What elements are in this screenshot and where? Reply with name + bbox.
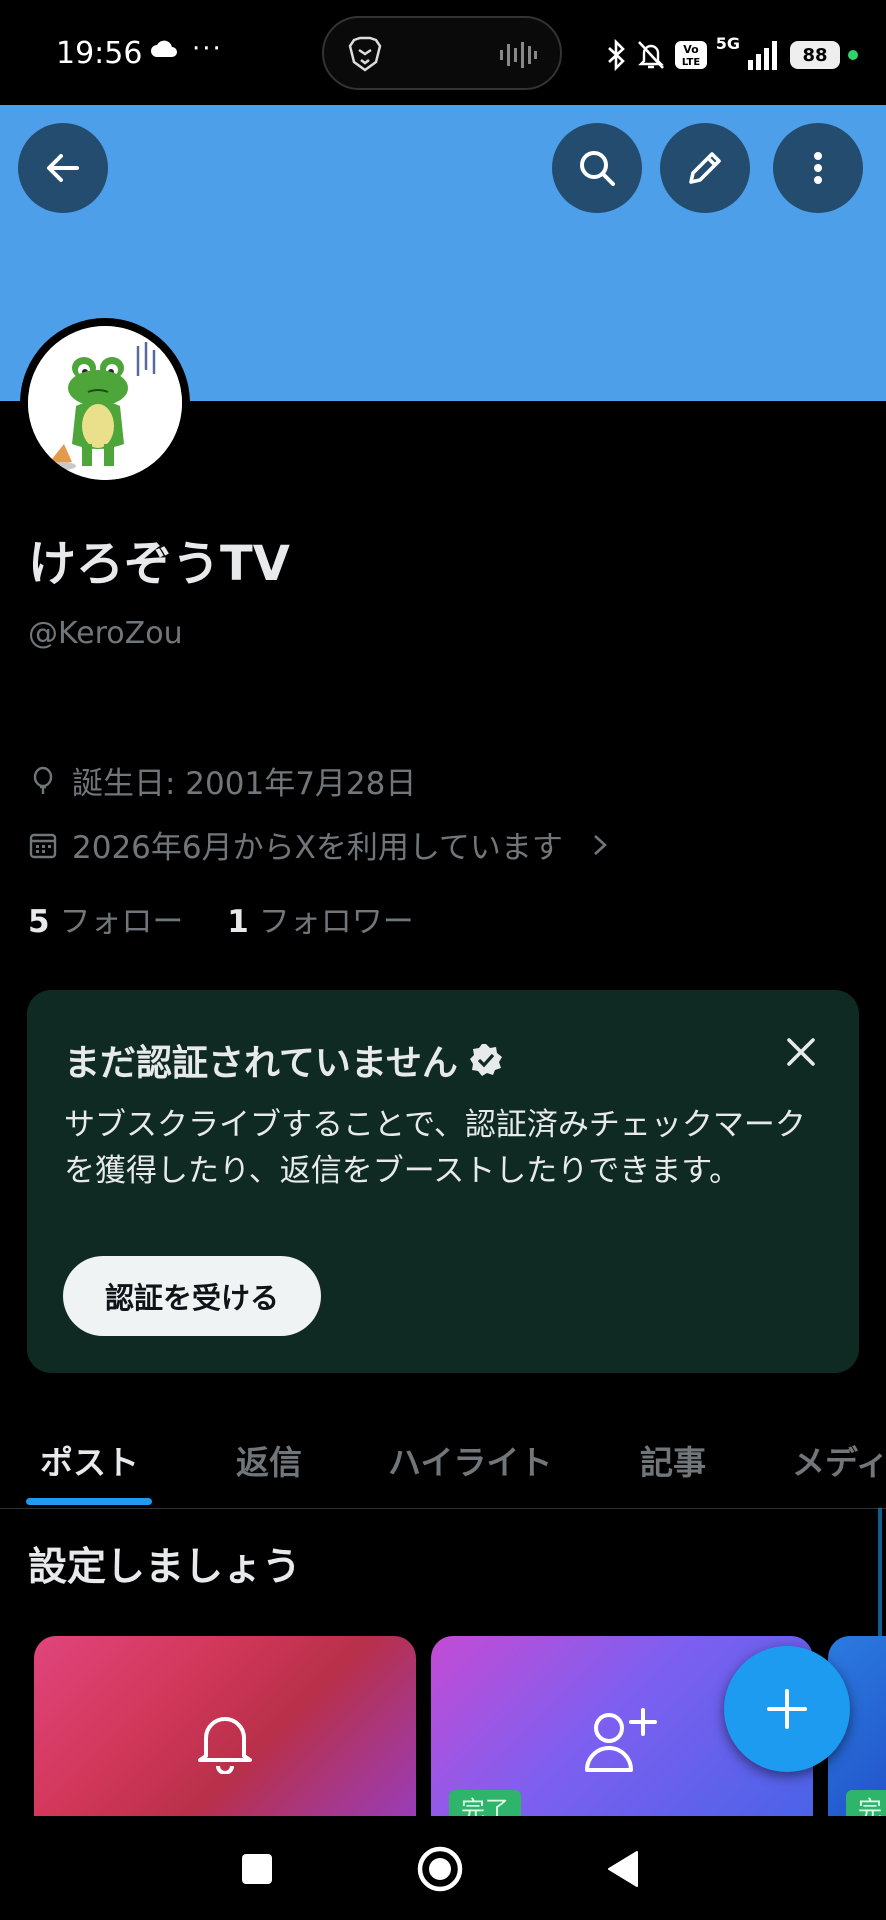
active-tab-indicator [26,1498,152,1505]
back-button[interactable] [18,123,108,213]
recents-square-icon [242,1854,272,1884]
verification-card: まだ認証されていません サブスクライブすることで、認証済みチェックマークを獲得し… [27,990,859,1373]
completed-badge: 完了 [449,1790,521,1816]
display-name: けろぞうTV [28,536,290,592]
profile-tabs: ポスト 返信 ハイライト 記事 メディ [0,1418,886,1509]
dynamic-island[interactable] [322,16,562,90]
close-icon[interactable] [781,1032,821,1072]
network-type: 5G [715,34,740,53]
back-triangle-icon [608,1851,638,1887]
bluetooth-icon [607,39,625,71]
get-verified-button[interactable]: 認証を受ける [63,1256,321,1336]
profile-avatar[interactable] [20,318,190,488]
followers-label: フォロワー [258,904,414,940]
bell-muted-icon [637,41,664,69]
following-link[interactable]: 5 フォロー [28,904,183,940]
compose-post-button[interactable] [724,1646,850,1772]
tab-replies[interactable]: 返信 [236,1436,302,1484]
chevron-right-icon [594,834,607,855]
pencil-icon [689,152,721,184]
brave-lion-icon [348,36,382,72]
home-button[interactable] [415,1844,465,1894]
tab-posts[interactable]: ポスト [40,1436,139,1484]
status-more-dots: ··· [192,34,223,64]
system-back-button[interactable] [600,1844,650,1894]
status-time: 19:56 [56,36,143,71]
followers-count: 1 [227,904,249,940]
status-bar: 19:56 ··· Vo LTE 5G 88 [0,0,886,105]
edit-button[interactable] [660,123,750,213]
more-options-button[interactable] [773,123,863,213]
balloon-icon [33,766,53,794]
verification-title: まだ認証されていません [64,1043,458,1084]
setup-section-title: 設定しましょう [28,1545,302,1590]
svg-text:Vo: Vo [683,43,699,56]
follow-stats: 5 フォロー 1 フォロワー [28,896,414,941]
search-button[interactable] [552,123,642,213]
plus-icon [767,1689,807,1729]
cloud-icon [151,40,177,57]
setup-card-notifications[interactable] [34,1636,416,1816]
bell-icon [198,1717,252,1774]
frog-avatar-illustration [28,326,182,480]
joined-row[interactable]: 2026年6月からXを利用しています [28,822,615,867]
verified-badge-icon [469,1044,502,1076]
privacy-dot [848,50,858,60]
following-label: フォロー [59,904,184,940]
birthday-row: 誕生日: 2001年7月28日 [28,758,416,803]
volte-icon: VoLTE [674,41,707,69]
signal-icon [748,41,777,70]
joined-text: 2026年6月からXを利用しています [72,830,563,866]
user-handle: @KeroZou [28,616,183,651]
search-icon [580,151,615,186]
arrow-left-icon [47,154,79,182]
verification-description: サブスクライブすることで、認証済みチェックマークを獲得したり、返信をブーストした… [64,1107,806,1189]
home-circle-icon [417,1846,463,1892]
verification-title-row: まだ認証されていません [64,1034,504,1086]
tab-highlights[interactable]: ハイライト [388,1436,552,1484]
battery-indicator: 88 [790,41,840,69]
audio-bars-icon [500,42,537,68]
recents-button[interactable] [232,1844,282,1894]
followers-link[interactable]: 1 フォロワー [227,904,413,940]
svg-text:LTE: LTE [682,57,701,68]
tab-media[interactable]: メディ [792,1436,886,1484]
status-icons: Vo LTE 5G 88 [606,34,858,72]
following-count: 5 [28,904,50,940]
system-navigation-bar [0,1816,886,1920]
more-vertical-icon [814,152,822,184]
tab-articles[interactable]: 記事 [640,1436,706,1484]
birthday-text: 誕生日: 2001年7月28日 [72,766,417,802]
completed-badge-partial: 完 [846,1790,886,1816]
calendar-icon [29,833,57,858]
avatar-image [28,326,182,480]
add-user-icon [585,1708,657,1772]
